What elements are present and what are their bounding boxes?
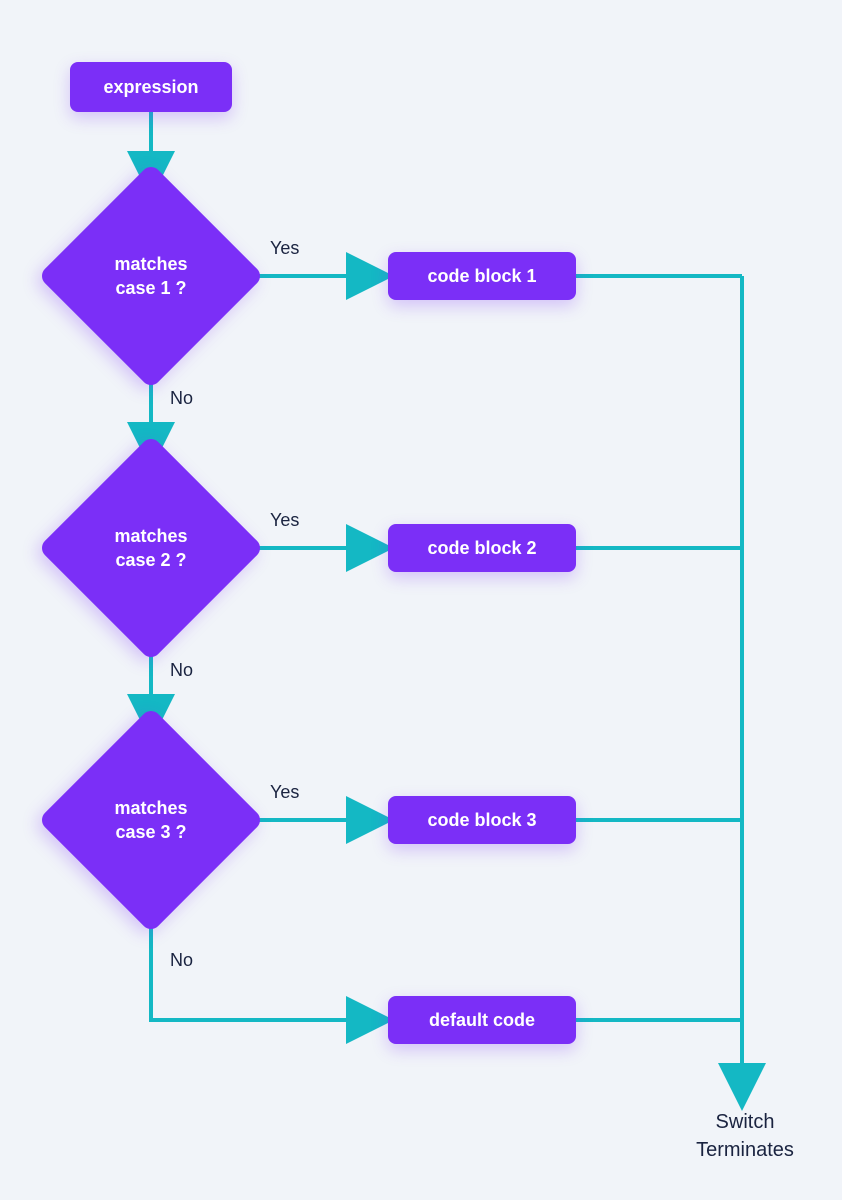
decision-2-label: matches case 2 ? xyxy=(114,524,187,573)
decision-3-label: matches case 3 ? xyxy=(114,796,187,845)
decision-case-1: matches case 1 ? xyxy=(38,163,264,389)
default-code-label: default code xyxy=(429,1010,535,1031)
code-block-1-label: code block 1 xyxy=(427,266,536,287)
start-node: expression xyxy=(70,62,232,112)
code-block-1: code block 1 xyxy=(388,252,576,300)
code-block-2-label: code block 2 xyxy=(427,538,536,559)
code-block-2: code block 2 xyxy=(388,524,576,572)
decision-2-no-label: No xyxy=(170,660,193,681)
switch-terminates-label: Switch Terminates xyxy=(690,1108,800,1164)
code-block-3: code block 3 xyxy=(388,796,576,844)
start-label: expression xyxy=(103,77,198,98)
decision-2-yes-label: Yes xyxy=(270,510,299,531)
decision-3-yes-label: Yes xyxy=(270,782,299,803)
decision-case-3: matches case 3 ? xyxy=(38,707,264,933)
default-code-block: default code xyxy=(388,996,576,1044)
code-block-3-label: code block 3 xyxy=(427,810,536,831)
flowchart-canvas: expression matches case 1 ? Yes No code … xyxy=(0,0,842,1200)
decision-1-no-label: No xyxy=(170,388,193,409)
decision-1-label: matches case 1 ? xyxy=(114,252,187,301)
decision-case-2: matches case 2 ? xyxy=(38,435,264,661)
decision-3-no-label: No xyxy=(170,950,193,971)
decision-1-yes-label: Yes xyxy=(270,238,299,259)
